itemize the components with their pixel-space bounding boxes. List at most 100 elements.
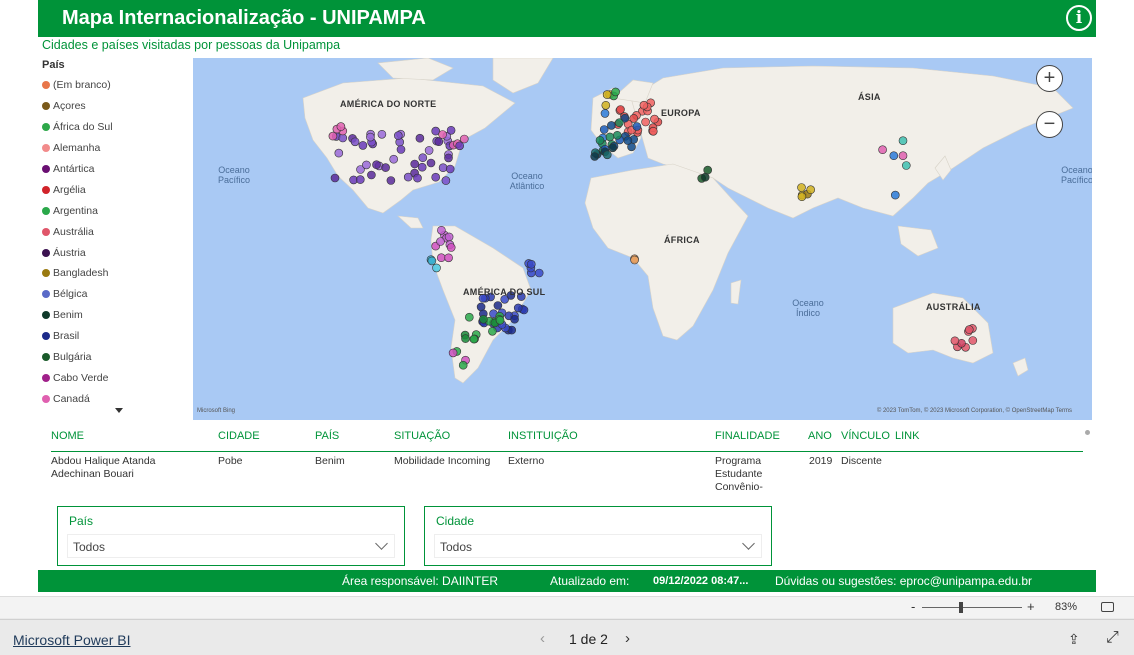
share-icon[interactable]: ⇪ bbox=[1068, 631, 1080, 648]
zoom-minus-button[interactable]: - bbox=[911, 599, 915, 614]
map-location-point[interactable] bbox=[386, 176, 396, 185]
previous-page-button[interactable]: ‹ bbox=[540, 630, 545, 647]
slicer-pais-dropdown[interactable]: Todos bbox=[67, 534, 395, 558]
map-location-point[interactable] bbox=[964, 325, 974, 334]
column-header-ano[interactable]: ANO bbox=[808, 430, 832, 442]
map-location-point[interactable] bbox=[410, 159, 419, 169]
map-location-point[interactable] bbox=[426, 158, 436, 168]
map-location-point[interactable] bbox=[526, 259, 536, 269]
legend-item[interactable]: Áustria bbox=[42, 242, 192, 263]
map-location-point[interactable] bbox=[448, 348, 458, 358]
map-location-point[interactable] bbox=[602, 150, 612, 160]
legend-item[interactable]: Bulgária bbox=[42, 347, 192, 368]
column-header-link[interactable]: LINK bbox=[895, 430, 919, 442]
map-location-point[interactable] bbox=[488, 326, 497, 336]
map-location-point[interactable] bbox=[632, 122, 642, 131]
map-location-point[interactable] bbox=[358, 141, 368, 150]
legend-item[interactable]: Brasil bbox=[42, 326, 192, 347]
legend-item[interactable]: Canadá bbox=[42, 388, 192, 409]
map-location-point[interactable] bbox=[438, 130, 447, 139]
column-header-nome[interactable]: NOME bbox=[51, 430, 84, 442]
map-location-point[interactable] bbox=[493, 301, 503, 310]
map-location-point[interactable] bbox=[608, 143, 618, 153]
map-location-point[interactable] bbox=[601, 100, 611, 110]
map-location-point[interactable] bbox=[413, 173, 422, 183]
next-page-button[interactable]: › bbox=[625, 630, 630, 647]
map-location-point[interactable] bbox=[372, 160, 381, 169]
map-location-point[interactable] bbox=[797, 183, 806, 192]
legend-item[interactable]: Cabo Verde bbox=[42, 367, 192, 388]
map-location-point[interactable] bbox=[648, 127, 658, 136]
zoom-in-button[interactable]: + bbox=[1036, 65, 1063, 92]
slicer-cidade-dropdown[interactable]: Todos bbox=[434, 534, 762, 558]
table-scrollbar[interactable] bbox=[1085, 430, 1090, 435]
legend-item[interactable]: (Em branco) bbox=[42, 75, 192, 96]
map-location-point[interactable] bbox=[595, 136, 605, 145]
column-header-vinculo[interactable]: VÍNCULO bbox=[841, 430, 890, 442]
map-location-point[interactable] bbox=[806, 185, 816, 194]
map-location-point[interactable] bbox=[950, 336, 960, 346]
legend-item[interactable]: África do Sul bbox=[42, 117, 192, 138]
info-icon[interactable]: i bbox=[1066, 5, 1092, 31]
map-location-point[interactable] bbox=[600, 109, 610, 118]
zoom-slider-track[interactable] bbox=[922, 607, 1022, 608]
map-location-point[interactable] bbox=[898, 136, 908, 145]
map-location-point[interactable] bbox=[418, 153, 428, 162]
map-location-point[interactable] bbox=[444, 153, 453, 163]
map-location-point[interactable] bbox=[424, 146, 434, 155]
map-location-point[interactable] bbox=[436, 237, 445, 246]
map-location-point[interactable] bbox=[611, 87, 620, 97]
zoom-plus-button[interactable]: + bbox=[1027, 599, 1035, 614]
map-location-point[interactable] bbox=[590, 152, 600, 161]
map-location-point[interactable] bbox=[434, 137, 444, 146]
map-location-point[interactable] bbox=[366, 132, 375, 142]
map-location-point[interactable] bbox=[427, 256, 437, 266]
map-location-point[interactable] bbox=[417, 162, 427, 172]
map-location-point[interactable] bbox=[479, 314, 488, 324]
legend-scroll-down-icon[interactable] bbox=[115, 408, 123, 413]
map-location-point[interactable] bbox=[356, 175, 365, 184]
map-location-point[interactable] bbox=[377, 130, 387, 139]
map-location-point[interactable] bbox=[901, 161, 911, 170]
map-location-point[interactable] bbox=[612, 131, 622, 140]
map-location-point[interactable] bbox=[641, 117, 650, 127]
map-location-point[interactable] bbox=[599, 125, 609, 134]
map-location-point[interactable] bbox=[889, 151, 899, 160]
column-header-finalidade[interactable]: FINALIDADE bbox=[715, 430, 780, 442]
map-location-point[interactable] bbox=[446, 126, 456, 135]
map-location-point[interactable] bbox=[441, 176, 451, 185]
map-location-point[interactable] bbox=[328, 131, 338, 141]
map-location-point[interactable] bbox=[362, 160, 371, 170]
map-location-point[interactable] bbox=[607, 121, 616, 130]
map-location-point[interactable] bbox=[464, 312, 474, 322]
map-copyright[interactable]: © 2023 TomTom, © 2023 Microsoft Corporat… bbox=[877, 408, 1072, 414]
map-location-point[interactable] bbox=[890, 190, 900, 200]
column-header-pais[interactable]: PAÍS bbox=[315, 430, 339, 442]
map-location-point[interactable] bbox=[444, 232, 454, 242]
map-location-point[interactable] bbox=[403, 172, 413, 182]
map-location-point[interactable] bbox=[381, 163, 390, 172]
map-location-point[interactable] bbox=[455, 141, 465, 151]
legend-item[interactable]: Argentina bbox=[42, 200, 192, 221]
map-location-point[interactable] bbox=[629, 114, 639, 123]
legend-item[interactable]: Argélia bbox=[42, 179, 192, 200]
map-location-point[interactable] bbox=[396, 145, 406, 154]
map-location-point[interactable] bbox=[461, 334, 470, 343]
map-location-point[interactable] bbox=[437, 253, 446, 262]
map-location-point[interactable] bbox=[639, 100, 649, 110]
map-location-point[interactable] bbox=[431, 172, 440, 182]
fullscreen-icon[interactable]: ⤢ bbox=[1106, 629, 1119, 647]
map-location-point[interactable] bbox=[437, 226, 446, 235]
map-location-point[interactable] bbox=[330, 173, 340, 183]
map-location-point[interactable] bbox=[495, 315, 505, 325]
map-location-point[interactable] bbox=[703, 165, 713, 175]
map-location-point[interactable] bbox=[446, 243, 456, 252]
map-location-point[interactable] bbox=[650, 114, 659, 124]
legend-item[interactable]: Bélgica bbox=[42, 284, 192, 305]
fit-to-page-icon[interactable] bbox=[1101, 602, 1114, 612]
map-location-point[interactable] bbox=[968, 336, 978, 345]
map-location-point[interactable] bbox=[415, 133, 425, 143]
map-location-point[interactable] bbox=[367, 170, 376, 180]
map-location-point[interactable] bbox=[350, 137, 360, 147]
map-location-point[interactable] bbox=[458, 360, 468, 370]
